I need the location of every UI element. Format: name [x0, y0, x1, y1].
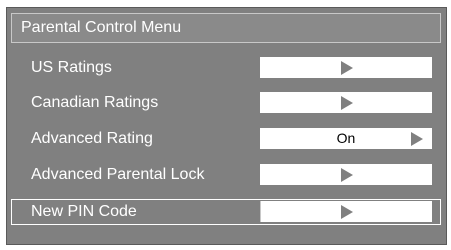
right-arrow-icon — [411, 132, 423, 146]
menu-item-us-ratings[interactable]: US Ratings — [11, 55, 441, 81]
value-field[interactable] — [260, 57, 432, 78]
menu-item-advanced-rating[interactable]: Advanced Rating On — [11, 126, 441, 152]
menu-item-label: Advanced Parental Lock — [31, 166, 205, 183]
menu-item-label: Advanced Rating — [31, 130, 153, 147]
menu-item-label: Canadian Ratings — [31, 94, 159, 111]
menu-title: Parental Control Menu — [11, 13, 441, 43]
menu-item-new-pin-code[interactable]: New PIN Code — [11, 199, 441, 225]
menu-item-advanced-parental-lock[interactable]: Advanced Parental Lock — [11, 162, 441, 188]
value-text: On — [336, 130, 356, 146]
value-field[interactable] — [260, 92, 432, 113]
parental-control-menu: Parental Control Menu US Ratings Canadia… — [6, 7, 447, 245]
value-field[interactable] — [260, 201, 432, 222]
menu-item-canadian-ratings[interactable]: Canadian Ratings — [11, 90, 441, 116]
right-arrow-icon — [341, 96, 353, 110]
right-arrow-icon — [341, 61, 353, 75]
menu-item-label: New PIN Code — [31, 203, 137, 220]
value-field[interactable] — [260, 164, 432, 185]
right-arrow-icon — [341, 168, 353, 182]
menu-item-label: US Ratings — [31, 59, 112, 76]
right-arrow-icon — [341, 205, 353, 219]
value-field[interactable]: On — [260, 128, 432, 149]
